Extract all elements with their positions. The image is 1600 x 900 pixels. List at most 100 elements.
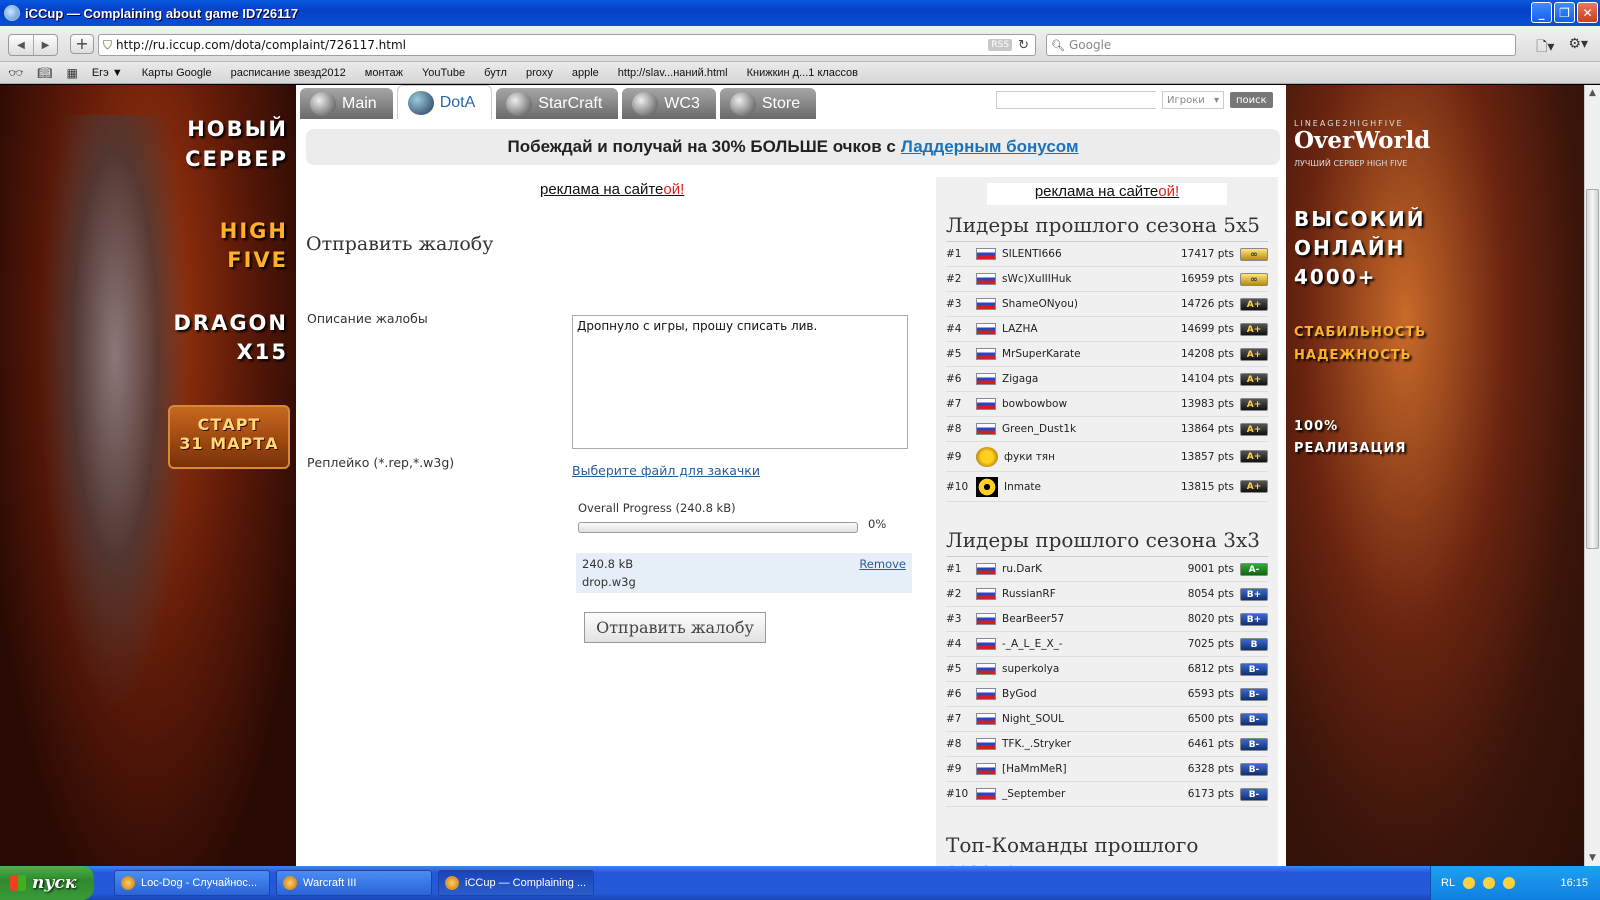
forward-icon[interactable]: ▶: [33, 35, 57, 55]
player-name[interactable]: SILENTI666: [1002, 248, 1166, 260]
player-name[interactable]: _September: [1002, 788, 1166, 800]
leaderboard-row[interactable]: #7 bowbowbow 13983 pts A+: [946, 392, 1268, 417]
address-bar[interactable]: ⛉ http://ru.iccup.com/dota/complaint/726…: [98, 34, 1036, 56]
bookmark-item[interactable]: http://slav...наний.html: [618, 67, 728, 79]
reader-glasses-icon[interactable]: 👓︎: [8, 66, 23, 80]
scroll-thumb[interactable]: [1586, 189, 1599, 549]
leaderboard-row[interactable]: #2 RussianRF 8054 pts B+: [946, 582, 1268, 607]
leaderboard-row[interactable]: #9 фуки тян 13857 pts A+: [946, 442, 1268, 472]
tab-main[interactable]: Main: [300, 88, 393, 119]
bookmark-item[interactable]: YouTube: [422, 67, 465, 79]
ladder-bonus-link[interactable]: Ладдерным бонусом: [901, 137, 1079, 157]
bookmark-item[interactable]: монтаж: [365, 67, 403, 79]
player-name[interactable]: superkolya: [1002, 663, 1166, 675]
leaderboard-row[interactable]: #4 LAZHA 14699 pts A+: [946, 317, 1268, 342]
left-background-ad[interactable]: НОВЫЙ СЕРВЕР HIGH FIVE DRAGON X15 СТАРТ …: [0, 85, 296, 866]
tray-icon[interactable]: [1483, 877, 1496, 889]
book-icon[interactable]: 📖︎: [37, 66, 52, 80]
bookmark-item[interactable]: Книжкин д...1 классов: [747, 67, 858, 79]
player-name[interactable]: Green_Dust1k: [1002, 423, 1166, 435]
leaderboard-row[interactable]: #3 ShameONyou) 14726 pts A+: [946, 292, 1268, 317]
player-name[interactable]: RussianRF: [1002, 588, 1166, 600]
bookmark-item[interactable]: Егэ ▼: [92, 67, 123, 79]
tab-wc3[interactable]: WC3: [622, 88, 716, 119]
scroll-down-icon[interactable]: ▼: [1585, 850, 1600, 866]
tab-dota[interactable]: DotA: [396, 85, 493, 119]
player-name[interactable]: TFK._.Stryker: [1002, 738, 1166, 750]
maximize-button[interactable]: ❐: [1554, 2, 1575, 23]
leaderboard-row[interactable]: #8 Green_Dust1k 13864 pts A+: [946, 417, 1268, 442]
player-name[interactable]: ByGod: [1002, 688, 1166, 700]
taskbar-item-iccup[interactable]: iCCup — Complaining ...: [438, 870, 594, 896]
leaderboard-row[interactable]: #5 MrSuperKarate 14208 pts A+: [946, 342, 1268, 367]
tab-starcraft[interactable]: StarCraft: [496, 88, 619, 119]
site-search-button[interactable]: поиск: [1230, 92, 1273, 108]
search-type-select[interactable]: Игроки ▾: [1162, 91, 1224, 109]
start-button[interactable]: пуск: [0, 866, 94, 900]
page-scrollbar[interactable]: ▲ ▼: [1584, 85, 1600, 866]
site-search-input[interactable]: [996, 91, 1156, 109]
flag-icon: [976, 563, 996, 575]
ad-link[interactable]: реклама на сайтеой!: [540, 181, 684, 198]
leaderboard-row[interactable]: #9 [HaMmMeR] 6328 pts B-: [946, 757, 1268, 782]
submit-complaint-button[interactable]: Отправить жалобу: [584, 612, 766, 643]
address-url[interactable]: http://ru.iccup.com/dota/complaint/72611…: [116, 38, 988, 52]
page-menu-icon[interactable]: 🗋▾: [1536, 36, 1554, 60]
reload-icon[interactable]: ↻: [1018, 38, 1029, 53]
leaderboard-row[interactable]: #8 TFK._.Stryker 6461 pts B-: [946, 732, 1268, 757]
language-indicator[interactable]: RL: [1441, 877, 1455, 889]
player-name[interactable]: Zigaga: [1002, 373, 1166, 385]
bookmark-item[interactable]: apple: [572, 67, 599, 79]
leaderboard-row[interactable]: #6 Zigaga 14104 pts A+: [946, 367, 1268, 392]
leaderboard-row[interactable]: #3 BearBeer57 8020 pts B+: [946, 607, 1268, 632]
bookmark-item[interactable]: расписание звезд2012: [231, 67, 346, 79]
player-name[interactable]: MrSuperKarate: [1002, 348, 1166, 360]
scroll-up-icon[interactable]: ▲: [1585, 85, 1600, 101]
tray-icon[interactable]: [1463, 877, 1476, 889]
flag-icon: [976, 248, 996, 260]
player-name[interactable]: ShameONyou): [1002, 298, 1166, 310]
close-button[interactable]: ✕: [1577, 2, 1598, 23]
player-name[interactable]: Inmate: [1004, 481, 1166, 493]
volume-icon[interactable]: [1503, 877, 1516, 889]
taskbar-item-locdog[interactable]: Loc-Dog - Случайнос...: [114, 870, 270, 896]
player-name[interactable]: [HaMmMeR]: [1002, 763, 1166, 775]
leaderboard-row[interactable]: #10 _September 6173 pts B-: [946, 782, 1268, 807]
minimize-button[interactable]: _: [1531, 2, 1552, 23]
tab-store[interactable]: Store: [719, 88, 817, 119]
gear-icon[interactable]: ⚙▾: [1568, 36, 1588, 60]
right-background-ad[interactable]: LINEAGE2HIGHFIVE OverWorld ЛУЧШИЙ СЕРВЕР…: [1286, 85, 1584, 866]
player-points: 13857 pts: [1181, 450, 1234, 463]
rss-icon[interactable]: RSS: [988, 39, 1013, 51]
leaderboard-row[interactable]: #2 sWc)XuIIIHuk 16959 pts ∞: [946, 267, 1268, 292]
ad-start-button[interactable]: СТАРТ 31 МАРТА: [168, 405, 290, 469]
browser-search-input[interactable]: 🔍︎ Google: [1046, 34, 1516, 56]
player-name[interactable]: sWc)XuIIIHuk: [1002, 273, 1166, 285]
leaderboard-row[interactable]: #7 Night_SOUL 6500 pts B-: [946, 707, 1268, 732]
sidebar-ad-link[interactable]: реклама на сайтеой!: [987, 183, 1227, 205]
player-name[interactable]: -_A_L_E_X_-: [1002, 638, 1166, 650]
player-name[interactable]: LAZHA: [1002, 323, 1166, 335]
leaderboard-row[interactable]: #1 SILENTI666 17417 pts ∞: [946, 242, 1268, 267]
leaderboard-row[interactable]: #5 superkolya 6812 pts B-: [946, 657, 1268, 682]
remove-file-link[interactable]: Remove: [859, 557, 906, 571]
grid-icon[interactable]: ▦: [66, 66, 77, 80]
app-icon: [121, 876, 135, 890]
player-name[interactable]: BearBeer57: [1002, 613, 1166, 625]
taskbar-item-warcraft[interactable]: Warcraft III: [276, 870, 432, 896]
add-bookmark-button[interactable]: +: [70, 34, 94, 54]
player-name[interactable]: Night_SOUL: [1002, 713, 1166, 725]
bookmark-item[interactable]: Карты Google: [142, 67, 212, 79]
player-name[interactable]: bowbowbow: [1002, 398, 1166, 410]
description-textarea[interactable]: Дропнуло с игры, прошу списать лив.: [572, 315, 908, 449]
bookmark-item[interactable]: proxy: [526, 67, 553, 79]
choose-file-link[interactable]: Выберите файл для закачки: [572, 463, 760, 478]
player-name[interactable]: фуки тян: [1004, 451, 1166, 463]
back-icon[interactable]: ◀: [9, 35, 33, 55]
leaderboard-row[interactable]: #1 ru.DarK 9001 pts A-: [946, 557, 1268, 582]
bookmark-item[interactable]: бутл: [484, 67, 507, 79]
leaderboard-row[interactable]: #4 -_A_L_E_X_- 7025 pts B: [946, 632, 1268, 657]
leaderboard-row[interactable]: #10 Inmate 13815 pts A+: [946, 472, 1268, 502]
player-name[interactable]: ru.DarK: [1002, 563, 1166, 575]
leaderboard-row[interactable]: #6 ByGod 6593 pts B-: [946, 682, 1268, 707]
